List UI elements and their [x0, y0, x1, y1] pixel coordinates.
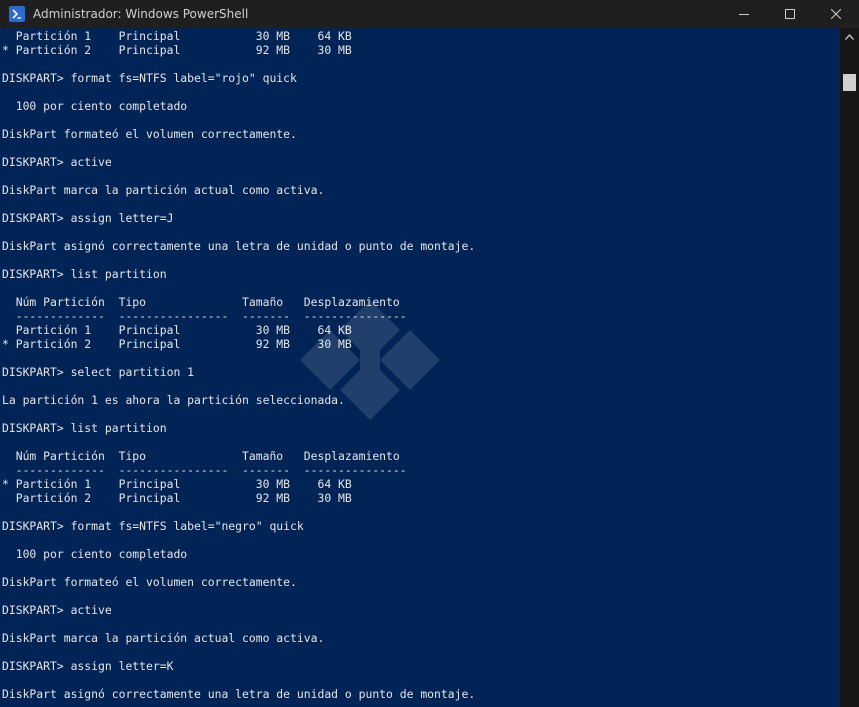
console-output[interactable]: Partición 1 Principal 30 MB 64 KB * Parti…: [0, 28, 840, 707]
console-line: Partición 1 Principal 30 MB 64 KB: [2, 29, 352, 43]
command-line: DISKPART> format fs=NTFS label="negro" q…: [2, 519, 304, 533]
console-line: DiskPart marca la partición actual como …: [2, 631, 325, 645]
console-line: 100 por ciento completado: [2, 99, 188, 113]
powershell-window: Administrador: Windows PowerShell Partic…: [0, 0, 859, 707]
console-line: DiskPart formateó el volumen correctamen…: [2, 575, 297, 589]
console-line: ------------- ---------------- ------- -…: [2, 309, 407, 323]
console-line: 100 por ciento completado: [2, 547, 188, 561]
vertical-scrollbar[interactable]: [840, 28, 859, 707]
command-line: DISKPART> format fs=NTFS label="rojo" qu…: [2, 71, 297, 85]
console-line: DiskPart asignó correctamente una letra …: [2, 687, 476, 701]
scroll-up-button[interactable]: [840, 28, 859, 45]
command-line: DISKPART> list partition: [2, 421, 167, 435]
chevron-up-icon: [845, 33, 854, 40]
console-line: Partición 1 Principal 30 MB 64 KB: [2, 323, 352, 337]
maximize-button[interactable]: [767, 0, 813, 28]
console-line: Partición 2 Principal 92 MB 30 MB: [2, 491, 352, 505]
console-line: * Partición 2 Principal 92 MB 30 MB: [2, 43, 352, 57]
window-title: Administrador: Windows PowerShell: [33, 7, 249, 21]
command-line: DISKPART> assign letter=J: [2, 211, 174, 225]
powershell-icon: [9, 6, 25, 22]
console-line: Núm Partición Tipo Tamaño Desplazamiento: [2, 295, 400, 309]
console-line: ------------- ---------------- ------- -…: [2, 463, 407, 477]
console-line: * Partición 2 Principal 92 MB 30 MB: [2, 337, 352, 351]
command-line: DISKPART> select partition 1: [2, 365, 195, 379]
console-line: Núm Partición Tipo Tamaño Desplazamiento: [2, 449, 400, 463]
console-lines: Partición 1 Principal 30 MB 64 KB * Parti…: [2, 29, 475, 701]
command-line: DISKPART> assign letter=K: [2, 659, 174, 673]
close-icon: [831, 9, 841, 19]
close-button[interactable]: [813, 0, 859, 28]
command-line: DISKPART> list partition: [2, 267, 167, 281]
minimize-icon: [739, 14, 749, 15]
command-line: DISKPART> active: [2, 603, 112, 617]
console-line: DiskPart asignó correctamente una letra …: [2, 239, 476, 253]
command-line: DISKPART> active: [2, 155, 112, 169]
console-line: La partición 1 es ahora la partición sel…: [2, 393, 345, 407]
maximize-icon: [785, 9, 795, 19]
console-line: DiskPart formateó el volumen correctamen…: [2, 127, 297, 141]
minimize-button[interactable]: [721, 0, 767, 28]
console-line: * Partición 1 Principal 30 MB 64 KB: [2, 477, 352, 491]
scroll-thumb[interactable]: [843, 74, 856, 91]
console-line: DiskPart marca la partición actual como …: [2, 183, 325, 197]
title-bar[interactable]: Administrador: Windows PowerShell: [0, 0, 859, 28]
